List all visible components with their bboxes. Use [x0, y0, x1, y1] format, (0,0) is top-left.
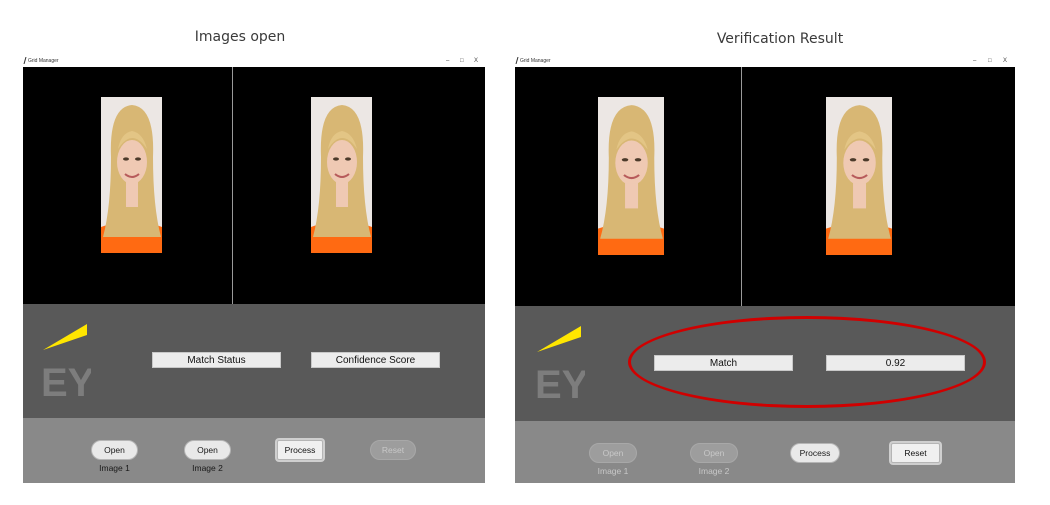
- close-button[interactable]: X: [474, 55, 478, 67]
- right-window-title: Grid Manager: [520, 58, 551, 64]
- face-photo-2: [826, 97, 892, 255]
- face-photo-1: [598, 97, 664, 255]
- maximize-button[interactable]: □: [460, 55, 464, 67]
- portrait-image: [826, 97, 892, 255]
- right-title-bar: Grid Manager – □ X: [514, 55, 1015, 67]
- confidence-score-field: Confidence Score: [311, 352, 440, 368]
- portrait-image: [101, 97, 162, 253]
- image-pane-2: [742, 67, 1015, 306]
- match-status-field: Match Status: [152, 352, 281, 368]
- maximize-button[interactable]: □: [988, 55, 992, 67]
- portrait-image: [598, 97, 664, 255]
- open-image-2-button[interactable]: Open Image 2: [184, 440, 231, 473]
- face-photo-1: [101, 97, 162, 253]
- ey-logo: EY: [535, 326, 589, 407]
- left-window-title: Grid Manager: [28, 58, 59, 64]
- feather-icon: [515, 57, 519, 64]
- reset-button[interactable]: Reset: [891, 443, 940, 463]
- minimize-button[interactable]: –: [446, 55, 449, 67]
- right-button-bar: Open Image 1 Open Image 2 Process Reset: [515, 421, 1015, 483]
- reset-button[interactable]: Reset: [370, 440, 416, 460]
- image-pane-1: [23, 67, 232, 304]
- right-image-viewer: [515, 67, 1015, 306]
- feather-icon: [23, 57, 27, 64]
- right-app-window: Grid Manager – □ X EY Match 0.92 Open Im…: [514, 55, 1015, 483]
- ey-logo-text: EY: [41, 361, 91, 399]
- match-status-field: Match: [654, 355, 793, 371]
- ey-logo-text: EY: [535, 363, 585, 401]
- left-app-window: Grid Manager – □ X EY Match Status Confi…: [22, 55, 485, 483]
- portrait-image: [311, 97, 372, 253]
- ey-logo-graphic: EY: [41, 324, 95, 405]
- left-title-bar: Grid Manager – □ X: [22, 55, 485, 67]
- close-button[interactable]: X: [1003, 55, 1007, 67]
- ey-logo-graphic: EY: [535, 326, 589, 407]
- process-button[interactable]: Process: [790, 443, 840, 463]
- process-button[interactable]: Process: [277, 440, 323, 460]
- image-pane-1: [515, 67, 741, 306]
- left-button-bar: Open Image 1 Open Image 2 Process Reset: [23, 418, 485, 483]
- left-image-viewer: [23, 67, 485, 304]
- minimize-button[interactable]: –: [973, 55, 976, 67]
- open-image-2-button[interactable]: Open Image 2: [690, 443, 738, 476]
- right-result-panel: EY Match 0.92: [515, 306, 1015, 421]
- open-image-1-button[interactable]: Open Image 1: [91, 440, 138, 473]
- ey-logo: EY: [41, 324, 95, 405]
- open-image-1-button[interactable]: Open Image 1: [589, 443, 637, 476]
- face-photo-2: [311, 97, 372, 253]
- right-caption: Verification Result: [716, 31, 844, 47]
- left-caption: Images open: [194, 29, 286, 45]
- confidence-score-field: 0.92: [826, 355, 965, 371]
- image-pane-2: [233, 67, 485, 304]
- left-result-panel: EY Match Status Confidence Score: [23, 304, 485, 418]
